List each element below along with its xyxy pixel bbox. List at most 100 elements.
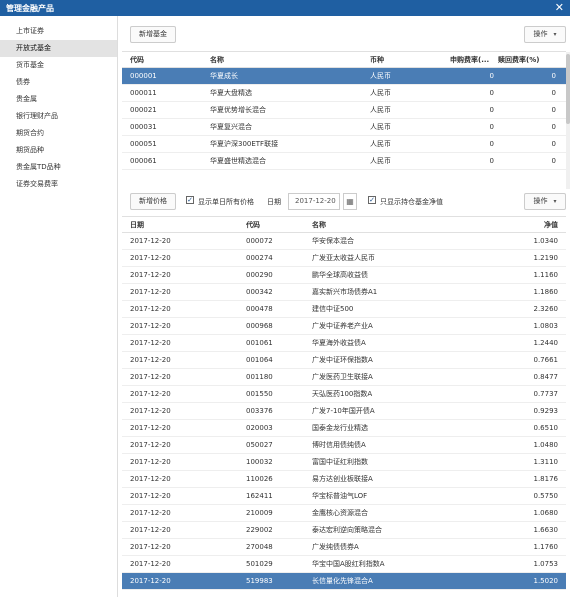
- table-cell: 2017-12-20: [130, 373, 171, 381]
- date-input[interactable]: 2017-12-20: [288, 193, 340, 210]
- table-row[interactable]: 2017-12-20 050027 博时信用债纯债A 1.0480: [122, 437, 566, 454]
- table-row[interactable]: 2017-12-20 519983 长信量化先锋混合A 1.5020: [122, 573, 566, 590]
- table-cell: 501029: [246, 560, 273, 568]
- table-cell: 0: [489, 106, 494, 114]
- table-row[interactable]: 000061 华夏盛世精选混合 人民币 0 0: [122, 153, 566, 170]
- table-cell: 0.7737: [533, 390, 559, 398]
- table-row[interactable]: 2017-12-20 001550 天弘医药100指数A 0.7737: [122, 386, 566, 403]
- table-cell: 易方达创业板联接A: [312, 475, 373, 483]
- table-row[interactable]: 2017-12-20 000342 嘉实新兴市场债券A1 1.1860: [122, 284, 566, 301]
- table-cell: 000342: [246, 288, 273, 296]
- table-cell: 000011: [130, 89, 157, 97]
- column-header[interactable]: 代码: [246, 217, 306, 232]
- table-row[interactable]: 2017-12-20 110026 易方达创业板联接A 1.8176: [122, 471, 566, 488]
- table-row[interactable]: 000031 华夏复兴混合 人民币 0 0: [122, 119, 566, 136]
- sidebar-item[interactable]: 货币基金: [0, 57, 117, 74]
- fund-table-body: 000001 华夏成长 人民币 0 0 000011 华夏大盘精选 人民币 0 0 000021 华夏…: [122, 68, 566, 170]
- table-cell: 鹏华全球高收益债: [312, 271, 368, 279]
- sidebar-item[interactable]: 期货品种: [0, 142, 117, 159]
- table-row[interactable]: 2017-12-20 003376 广发7-10年国开债A 0.9293: [122, 403, 566, 420]
- table-row[interactable]: 2017-12-20 000478 建信中证500 2.3260: [122, 301, 566, 318]
- table-row[interactable]: 2017-12-20 001061 华夏海外收益债A 1.2440: [122, 335, 566, 352]
- table-cell: 2017-12-20: [130, 560, 171, 568]
- table-row[interactable]: 000021 华夏优势增长混合 人民币 0 0: [122, 102, 566, 119]
- show-all-prices-label: 显示单日所有价格: [198, 198, 254, 206]
- table-cell: 0.6510: [533, 424, 559, 432]
- table-cell: 泰达宏利逆向策略混合: [312, 526, 382, 534]
- sidebar-item[interactable]: 贵金属TD品种: [0, 159, 117, 176]
- table-cell: 华夏复兴混合: [210, 123, 252, 131]
- add-fund-button[interactable]: 新增基金: [130, 26, 176, 43]
- column-header[interactable]: 净值: [482, 217, 558, 232]
- table-cell: 广发7-10年国开债A: [312, 407, 375, 415]
- column-header[interactable]: 申购费率(...: [450, 52, 494, 67]
- table-cell: 1.5020: [533, 577, 559, 585]
- fund-operations-button[interactable]: 操作 ▾: [524, 26, 566, 43]
- nav-operations-button[interactable]: 操作 ▾: [524, 193, 566, 210]
- add-price-button[interactable]: 新增价格: [130, 193, 176, 210]
- table-row[interactable]: 2017-12-20 100032 富国中证红利指数 1.3110: [122, 454, 566, 471]
- table-cell: 210009: [246, 509, 273, 517]
- column-header[interactable]: 名称: [210, 52, 360, 67]
- show-all-prices-checkbox[interactable]: ✓: [186, 196, 194, 204]
- table-row[interactable]: 2017-12-20 020003 国泰金龙行业精选 0.6510: [122, 420, 566, 437]
- table-cell: 1.8176: [533, 475, 559, 483]
- main-panel: 新增基金 操作 ▾ 代码 名称 币种 申购费率(... 赎回费率(%) 000001 华夏成…: [122, 16, 570, 597]
- table-row[interactable]: 2017-12-20 270048 广发纯债债券A 1.1760: [122, 539, 566, 556]
- calendar-icon[interactable]: ▦: [343, 193, 357, 210]
- sidebar-item[interactable]: 上市证券: [0, 23, 117, 40]
- fund-table-scrollbar[interactable]: [566, 52, 570, 189]
- table-cell: 1.0680: [533, 509, 559, 517]
- table-cell: 0.7661: [533, 356, 559, 364]
- table-row[interactable]: 2017-12-20 000968 广发中证养老产业A 1.0803: [122, 318, 566, 335]
- column-header[interactable]: 名称: [312, 217, 472, 232]
- table-cell: 050027: [246, 441, 273, 449]
- table-cell: 人民币: [370, 140, 391, 148]
- table-cell: 华夏成长: [210, 72, 238, 80]
- sidebar-item[interactable]: 开放式基金: [0, 40, 117, 57]
- table-cell: 2017-12-20: [130, 390, 171, 398]
- table-row[interactable]: 2017-12-20 000072 华安保本混合 1.0340: [122, 233, 566, 250]
- table-cell: 000031: [130, 123, 157, 131]
- sidebar-item[interactable]: 证券交易费率: [0, 176, 117, 193]
- table-row[interactable]: 2017-12-20 001064 广发中证环保指数A 0.7661: [122, 352, 566, 369]
- fund-scroll-thumb[interactable]: [566, 54, 570, 124]
- sidebar-item[interactable]: 银行理财产品: [0, 108, 117, 125]
- table-cell: 110026: [246, 475, 273, 483]
- category-list: 上市证券 开放式基金 货币基金 债券 贵金属 银行理财产品 期货合约 期货品种 贵金属TD品种证…: [0, 16, 117, 193]
- table-row[interactable]: 2017-12-20 001180 广发医药卫生联接A 0.8477: [122, 369, 566, 386]
- nav-table-body: 2017-12-20 000072 华安保本混合 1.0340 2017-12-20 00…: [122, 233, 566, 590]
- table-row[interactable]: 2017-12-20 501029 华宝中国A股红利指数A 1.0753: [122, 556, 566, 573]
- column-header[interactable]: 日期: [130, 217, 240, 232]
- nav-toolbar: 新增价格 ✓ 显示单日所有价格 日期 2017-12-20 ▦ ✓ 只显示持仓基…: [122, 190, 568, 214]
- sidebar-item[interactable]: 贵金属: [0, 91, 117, 108]
- table-cell: 1.0803: [533, 322, 559, 330]
- sidebar-item[interactable]: 债券: [0, 74, 117, 91]
- table-cell: 2017-12-20: [130, 305, 171, 313]
- table-row[interactable]: 2017-12-20 210009 金鹰核心资源混合 1.0680: [122, 505, 566, 522]
- table-cell: 2017-12-20: [130, 458, 171, 466]
- table-row[interactable]: 2017-12-20 000290 鹏华全球高收益债 1.1160: [122, 267, 566, 284]
- table-row[interactable]: 2017-12-20 000274 广发亚太收益人民币 1.2190: [122, 250, 566, 267]
- table-row[interactable]: 000011 华夏大盘精选 人民币 0 0: [122, 85, 566, 102]
- table-cell: 519983: [246, 577, 273, 585]
- table-row[interactable]: 2017-12-20 229002 泰达宏利逆向策略混合 1.6630: [122, 522, 566, 539]
- column-header[interactable]: 代码: [130, 52, 200, 67]
- table-cell: 广发纯债债券A: [312, 543, 359, 551]
- table-cell: 1.1860: [533, 288, 559, 296]
- column-header[interactable]: 赎回费率(%): [498, 52, 556, 67]
- table-cell: 0.9293: [533, 407, 559, 415]
- table-cell: 2017-12-20: [130, 492, 171, 500]
- column-header[interactable]: 币种: [370, 52, 440, 67]
- close-icon[interactable]: ✕: [555, 1, 564, 14]
- held-only-checkbox[interactable]: ✓: [368, 196, 376, 204]
- table-row[interactable]: 2017-12-20 162411 华宝标普油气LOF 0.5750: [122, 488, 566, 505]
- fund-table: 代码 名称 币种 申购费率(... 赎回费率(%) 000001 华夏成长 人民币 0 0 000…: [122, 51, 566, 189]
- table-row[interactable]: 000051 华夏沪深300ETF联接 人民币 0 0: [122, 136, 566, 153]
- table-cell: 2.3260: [533, 305, 559, 313]
- sidebar-item[interactable]: 期货合约: [0, 125, 117, 142]
- table-cell: 0.8477: [533, 373, 559, 381]
- title-bar: 管理金融产品 ✕: [0, 0, 570, 16]
- table-cell: 华夏沪深300ETF联接: [210, 140, 279, 148]
- table-row[interactable]: 000001 华夏成长 人民币 0 0: [122, 68, 566, 85]
